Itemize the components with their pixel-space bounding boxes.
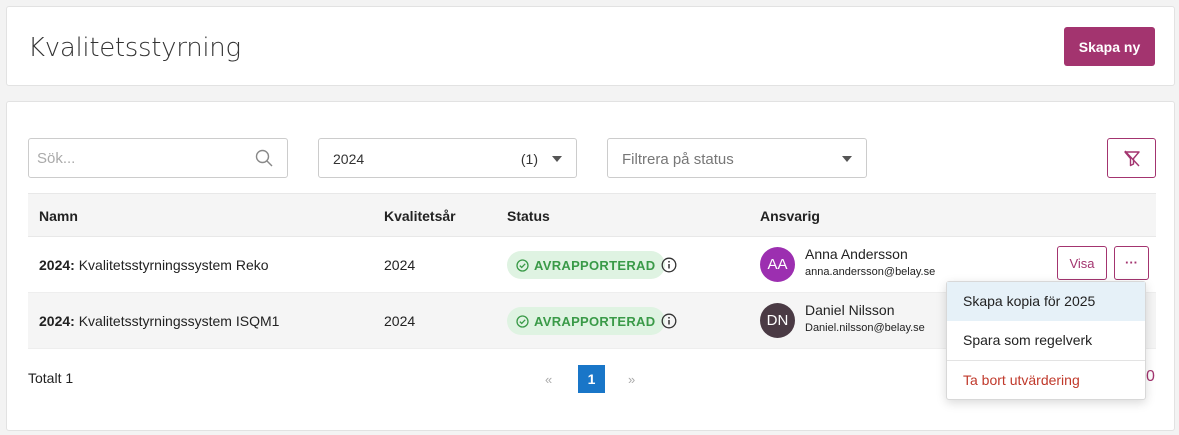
menu-item-copy-2025[interactable]: Skapa kopia för 2025	[947, 282, 1145, 321]
row-year: 2024	[384, 313, 416, 329]
status-filter-placeholder: Filtrera på status	[622, 151, 734, 168]
chevron-down-icon	[842, 156, 852, 162]
status-badge: AVRAPPORTERAD	[507, 251, 666, 279]
responsible-email: anna.andersson@belay.se	[805, 266, 936, 278]
more-options-button[interactable]: ···	[1114, 246, 1149, 280]
responsible-name: Daniel Nilsson	[805, 302, 895, 318]
page-size-value[interactable]: 0	[1146, 368, 1155, 386]
info-icon[interactable]	[661, 313, 677, 332]
row-name: 2024: Kvalitetsstyrningssystem Reko	[39, 257, 269, 273]
column-header-name[interactable]: Namn	[39, 208, 78, 224]
responsible-email: Daniel.nilsson@belay.se	[805, 322, 925, 334]
row-name-text: Kvalitetsstyrningssystem ISQM1	[74, 313, 280, 329]
avatar: DN	[760, 303, 795, 338]
responsible-name: Anna Andersson	[805, 246, 908, 262]
pagination-next[interactable]: »	[628, 372, 635, 400]
menu-item-save-as-framework[interactable]: Spara som regelverk	[947, 321, 1145, 360]
filter-off-icon	[1124, 150, 1140, 167]
pagination-prev[interactable]: «	[545, 372, 552, 400]
total-count: Totalt 1	[28, 370, 74, 386]
menu-item-delete[interactable]: Ta bort utvärdering	[947, 361, 1145, 400]
row-name-text: Kvalitetsstyrningssystem Reko	[74, 257, 269, 273]
year-select[interactable]: 2024 (1)	[318, 138, 577, 178]
column-header-year[interactable]: Kvalitetsår	[384, 208, 456, 224]
view-button[interactable]: Visa	[1057, 246, 1107, 280]
check-circle-icon	[516, 258, 529, 272]
column-header-responsible[interactable]: Ansvarig	[760, 208, 820, 224]
row-name-prefix: 2024:	[39, 313, 75, 329]
row-name-prefix: 2024:	[39, 257, 75, 273]
row-year: 2024	[384, 257, 416, 273]
year-select-count: (1)	[520, 151, 538, 167]
status-badge-label: AVRAPPORTERAD	[534, 313, 656, 329]
row-actions-menu: Skapa kopia för 2025 Spara som regelverk…	[946, 281, 1146, 400]
column-header-status[interactable]: Status	[507, 208, 550, 224]
table-header: Namn Kvalitetsår Status Ansvarig	[28, 193, 1156, 237]
year-select-value: 2024	[333, 151, 365, 167]
status-filter-select[interactable]: Filtrera på status	[607, 138, 867, 178]
search-input[interactable]	[29, 139, 229, 177]
chevron-down-icon	[552, 156, 562, 162]
pagination-page-1[interactable]: 1	[578, 365, 605, 393]
info-icon[interactable]	[661, 257, 677, 276]
row-name: 2024: Kvalitetsstyrningssystem ISQM1	[39, 313, 279, 329]
check-circle-icon	[516, 314, 529, 328]
clear-filter-button[interactable]	[1107, 138, 1156, 178]
page-title: Kvalitetsstyrning	[28, 33, 241, 63]
status-badge: AVRAPPORTERAD	[507, 307, 666, 335]
avatar: AA	[760, 247, 795, 282]
status-badge-label: AVRAPPORTERAD	[534, 257, 656, 273]
search-icon[interactable]	[255, 149, 273, 172]
create-new-button[interactable]: Skapa ny	[1064, 27, 1155, 66]
search-field[interactable]	[28, 138, 288, 178]
header-card: Kvalitetsstyrning Skapa ny	[6, 6, 1175, 86]
